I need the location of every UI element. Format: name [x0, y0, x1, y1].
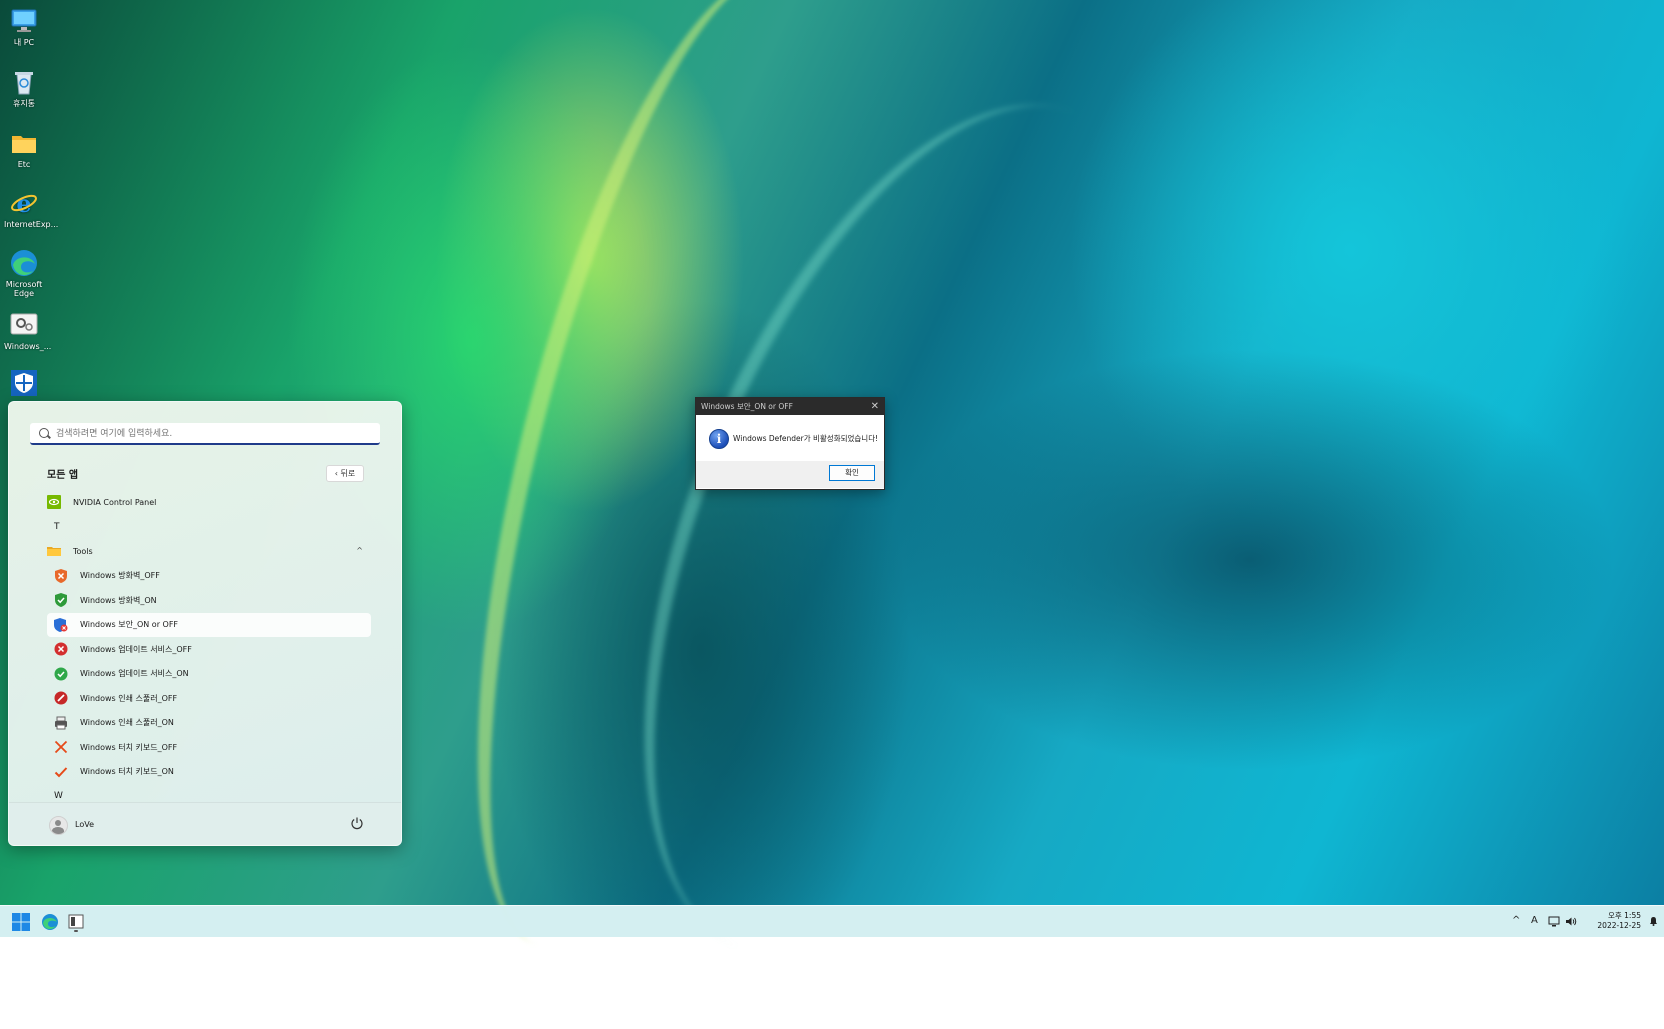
desktop-icon-windows-tool[interactable]: Windows_... — [4, 310, 52, 351]
desktop-icon-label: 휴지통 — [12, 99, 36, 108]
desktop-icon-label: Windows_... — [4, 342, 52, 351]
start-footer: LoVe — [9, 802, 401, 845]
power-icon[interactable] — [350, 816, 364, 830]
info-icon: i — [709, 429, 729, 449]
back-button-label: 뒤로 — [340, 469, 356, 478]
app-item-firewall-off[interactable]: Windows 방화벽_OFF — [47, 564, 371, 589]
app-item-spooler-on[interactable]: Windows 인쇄 스풀러_ON — [47, 711, 371, 736]
folder-icon — [47, 547, 61, 557]
recycle-bin-icon — [9, 67, 39, 97]
app-item-spooler-off[interactable]: Windows 인쇄 스풀러_OFF — [47, 686, 371, 711]
user-name[interactable]: LoVe — [75, 820, 94, 829]
edge-icon[interactable] — [40, 912, 60, 932]
close-icon[interactable]: ✕ — [871, 398, 879, 415]
chevron-up-icon[interactable]: ^ — [356, 546, 363, 555]
ok-button[interactable]: 확인 — [829, 465, 875, 481]
app-item-label: Windows 인쇄 스풀러_OFF — [80, 693, 178, 703]
all-apps-list: NVIDIA Control Panel T Tools ^ Windows 방… — [47, 490, 371, 809]
folder-item-tools[interactable]: Tools ^ — [47, 539, 371, 564]
user-avatar-icon[interactable] — [49, 816, 68, 835]
app-item-touch-keyboard-off[interactable]: Windows 터치 키보드_OFF — [47, 735, 371, 760]
app-window-icon[interactable] — [66, 912, 86, 932]
app-item-label: Windows 업데이트 서비스_OFF — [80, 644, 192, 654]
windows-security-shield-icon — [9, 368, 39, 398]
clock-date: 2022-12-25 — [1597, 921, 1641, 930]
desktop-icon-label: InternetExp... — [4, 220, 59, 229]
svg-text:e: e — [16, 189, 31, 218]
desktop-icon-my-pc[interactable]: 내 PC — [4, 6, 44, 47]
shield-x-icon — [55, 568, 67, 583]
green-check-circle-icon — [54, 667, 68, 681]
start-menu: 모든 앱 ‹ 뒤로 NVIDIA Control Panel T Tools ^… — [8, 401, 402, 846]
app-item-label: NVIDIA Control Panel — [73, 497, 157, 507]
ime-indicator[interactable]: A — [1531, 915, 1538, 926]
desktop-icon-windows-security[interactable] — [4, 368, 44, 400]
desktop-icon-edge[interactable]: Microsoft Edge — [4, 248, 44, 298]
orange-x-icon — [54, 741, 68, 754]
all-apps-title: 모든 앱 — [47, 470, 79, 481]
desktop-icon-recycle-bin[interactable]: 휴지통 — [4, 67, 44, 108]
monitor-icon — [9, 6, 39, 36]
dialog-footer: 확인 — [696, 461, 884, 488]
desktop-icon-etc[interactable]: Etc — [4, 128, 44, 169]
shield-check-icon — [55, 593, 67, 608]
windows-start-icon[interactable] — [11, 912, 31, 932]
taskbar-clock[interactable]: 오후 1:55 2022-12-25 — [1597, 911, 1641, 931]
taskbar: ^ A 오후 1:55 2022-12-25 — [0, 905, 1664, 937]
app-item-label: Windows 터치 키보드_OFF — [80, 742, 178, 752]
folder-item-label: Tools — [73, 546, 93, 556]
search-icon — [39, 428, 49, 438]
dialog-title: Windows 보안_ON or OFF — [701, 402, 793, 411]
start-search-input[interactable] — [54, 425, 378, 443]
message-dialog: Windows 보안_ON or OFF ✕ i Windows Defende… — [695, 397, 885, 490]
desktop-icon-label: Etc — [17, 160, 31, 169]
folder-icon — [9, 128, 39, 158]
app-item-label: Windows 업데이트 서비스_ON — [80, 669, 189, 679]
edge-icon — [9, 248, 39, 278]
volume-icon[interactable] — [1565, 916, 1577, 927]
desktop-icon-label: Microsoft Edge — [5, 280, 43, 298]
notification-bell-icon[interactable] — [1649, 916, 1658, 926]
nvidia-icon — [47, 495, 61, 510]
red-stop-icon — [54, 691, 68, 705]
app-item-touch-keyboard-on[interactable]: Windows 터치 키보드_ON — [47, 760, 371, 785]
app-item-firewall-on[interactable]: Windows 방화벽_ON — [47, 588, 371, 613]
app-item-update-off[interactable]: Windows 업데이트 서비스_OFF — [47, 637, 371, 662]
app-item-label: Windows 보안_ON or OFF — [80, 620, 179, 630]
internet-explorer-icon: e — [9, 188, 39, 218]
start-search-box[interactable] — [30, 423, 380, 445]
printer-icon — [55, 716, 67, 730]
app-item-label: Windows 방화벽_OFF — [80, 571, 160, 581]
back-button[interactable]: ‹ 뒤로 — [326, 465, 364, 482]
network-icon[interactable] — [1548, 916, 1560, 927]
app-item-update-on[interactable]: Windows 업데이트 서비스_ON — [47, 662, 371, 687]
settings-gear-icon — [9, 310, 39, 340]
letter-header-t[interactable]: T — [47, 515, 371, 540]
app-item-security-toggle[interactable]: Windows 보안_ON or OFF — [47, 612, 371, 637]
chevron-up-icon[interactable]: ^ — [1512, 915, 1520, 926]
app-item-nvidia[interactable]: NVIDIA Control Panel — [47, 490, 371, 515]
app-item-label: Windows 인쇄 스풀러_ON — [80, 718, 174, 728]
letter-header-label: T — [54, 521, 60, 532]
dialog-message: Windows Defender가 비활성화되었습니다! — [733, 434, 879, 443]
app-item-label: Windows 터치 키보드_ON — [80, 767, 174, 777]
red-x-circle-icon — [54, 642, 68, 656]
dialog-body: i Windows Defender가 비활성화되었습니다! — [696, 415, 884, 461]
app-item-label: Windows 방화벽_ON — [80, 595, 157, 605]
clock-time: 오후 1:55 — [1607, 911, 1641, 920]
letter-header-label: W — [54, 791, 63, 802]
desktop-icon-internet-explorer[interactable]: e InternetExp... — [4, 188, 59, 229]
desktop-icon-label: 내 PC — [13, 38, 35, 47]
security-toggle-icon — [54, 617, 68, 632]
orange-check-icon — [54, 767, 68, 778]
dialog-titlebar[interactable]: Windows 보안_ON or OFF ✕ — [696, 398, 884, 415]
